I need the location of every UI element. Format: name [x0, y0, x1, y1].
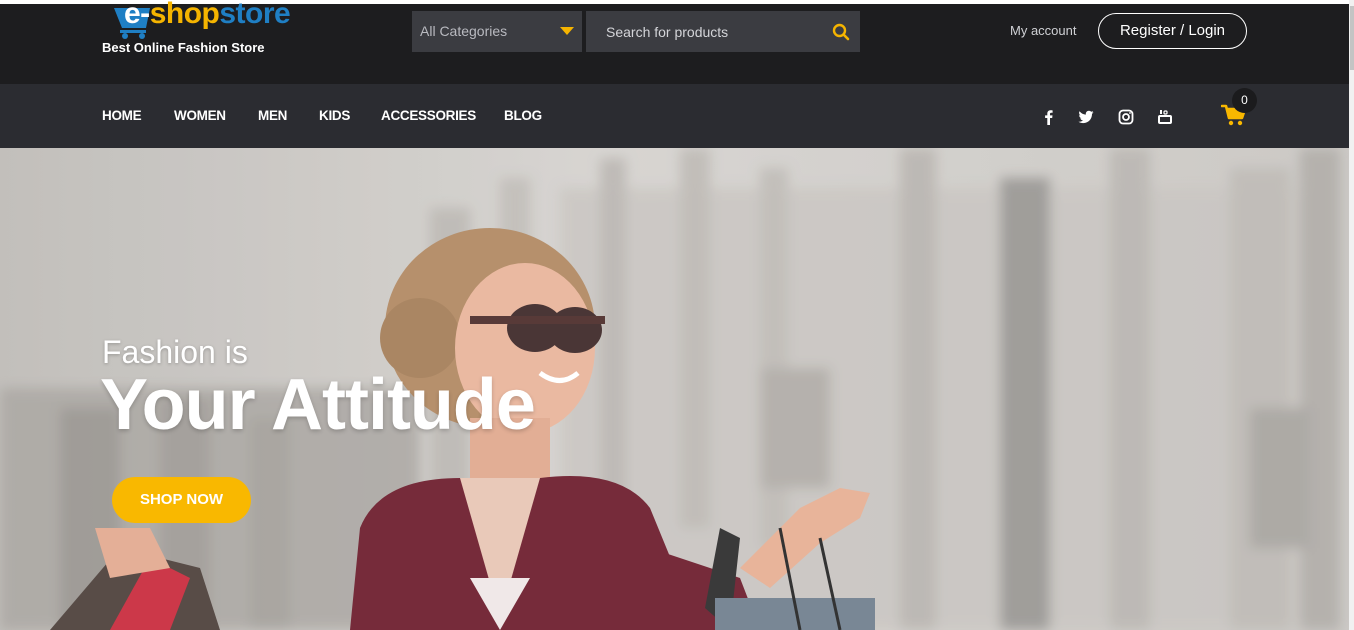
logo-shop: shop	[149, 0, 220, 30]
instagram-icon[interactable]	[1118, 109, 1134, 125]
logo-e: e-	[124, 0, 150, 30]
search-input[interactable]	[586, 11, 816, 52]
main-nav: HOME WOMEN MEN KIDS ACCESSORIES BLOG 0	[0, 84, 1349, 148]
search-box	[586, 11, 860, 52]
logo-store: store	[219, 0, 291, 30]
category-select[interactable]: All Categories	[412, 11, 582, 52]
cart-count-badge: 0	[1232, 88, 1257, 113]
logo-text: e-shopstore	[124, 0, 291, 31]
shop-now-button[interactable]: SHOP NOW	[112, 477, 251, 523]
nav-item-women[interactable]: WOMEN	[174, 108, 226, 123]
site-logo[interactable]: e-shopstore	[110, 0, 310, 44]
page-scrollbar[interactable]	[1349, 0, 1354, 630]
hero-banner: Fashion is Your Attitude SHOP NOW	[0, 148, 1349, 630]
nav-item-home[interactable]: HOME	[102, 108, 142, 123]
facebook-icon[interactable]	[1041, 109, 1057, 125]
register-login-button[interactable]: Register / Login	[1098, 13, 1247, 49]
youtube-icon[interactable]	[1157, 109, 1173, 125]
page: e-shopstore Best Online Fashion Store Al…	[0, 0, 1354, 630]
nav-item-blog[interactable]: BLOG	[504, 108, 542, 123]
search-icon[interactable]	[832, 23, 850, 41]
nav-item-kids[interactable]: KIDS	[319, 108, 350, 123]
caret-down-icon	[560, 27, 574, 35]
hero-heading: Your Attitude	[100, 365, 536, 445]
nav-item-men[interactable]: MEN	[258, 108, 287, 123]
twitter-icon[interactable]	[1078, 109, 1094, 125]
site-tagline: Best Online Fashion Store	[102, 40, 265, 55]
category-select-value: All Categories	[420, 23, 508, 39]
my-account-link[interactable]: My account	[1010, 23, 1076, 38]
scrollbar-thumb[interactable]	[1350, 6, 1354, 70]
nav-item-accessories[interactable]: ACCESSORIES	[381, 108, 476, 123]
